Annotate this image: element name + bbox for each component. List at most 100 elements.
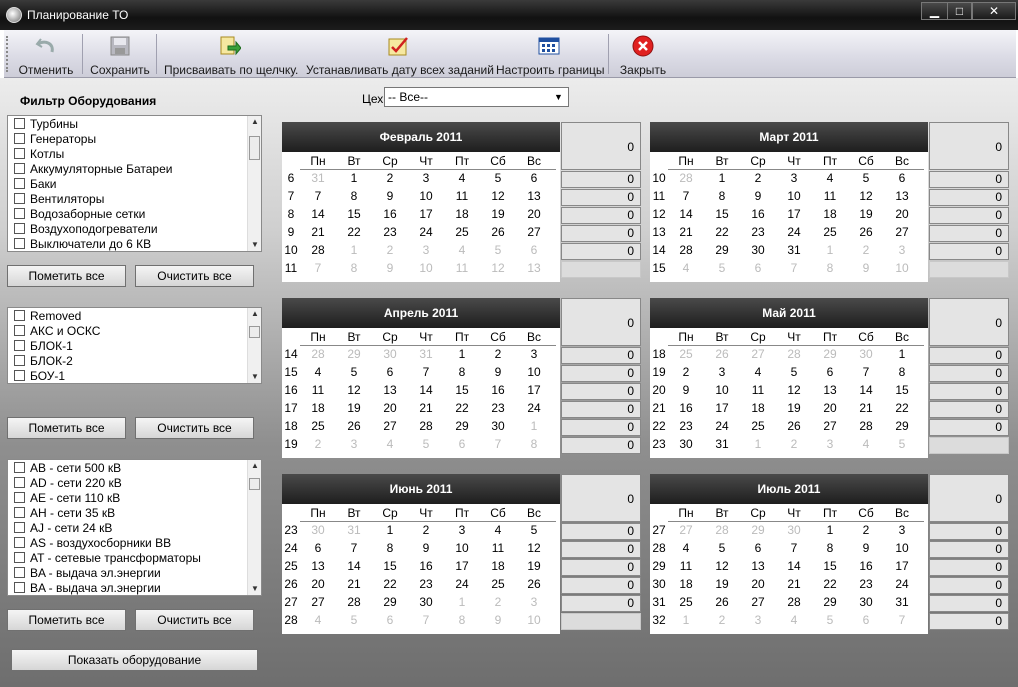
calendar-day[interactable]: 3 — [408, 243, 444, 257]
calendar-day[interactable]: 5 — [480, 243, 516, 257]
checkbox[interactable] — [14, 238, 25, 249]
calendar-day[interactable]: 28 — [776, 595, 812, 609]
show-equipment-button[interactable]: Показать оборудование — [11, 649, 258, 671]
calendar-day[interactable]: 2 — [408, 523, 444, 537]
calendar-day[interactable]: 22 — [444, 401, 480, 415]
list-item[interactable]: Турбины — [8, 117, 261, 132]
scroll-thumb[interactable] — [249, 136, 260, 160]
calendar-day[interactable]: 8 — [444, 365, 480, 379]
calendar-day[interactable]: 29 — [444, 419, 480, 433]
calendar-day[interactable]: 1 — [884, 347, 920, 361]
calendar-day[interactable]: 6 — [848, 613, 884, 627]
close-button[interactable]: Закрыть — [616, 30, 670, 78]
calendar-day[interactable]: 11 — [300, 383, 336, 397]
calendar-day[interactable]: 30 — [668, 437, 704, 451]
list-item[interactable]: Водозаборные сетки — [8, 207, 261, 222]
calendar-day[interactable]: 7 — [336, 541, 372, 555]
calendar-day[interactable]: 5 — [776, 365, 812, 379]
calendar-day[interactable]: 12 — [336, 383, 372, 397]
list-item[interactable]: АКС и ОСКС — [8, 324, 261, 339]
calendar-day[interactable]: 24 — [884, 577, 920, 591]
calendar-day[interactable]: 4 — [668, 261, 704, 275]
calendar-day[interactable]: 25 — [740, 419, 776, 433]
calendar-day[interactable]: 11 — [444, 189, 480, 203]
checkbox[interactable] — [14, 163, 25, 174]
calendar-day[interactable]: 17 — [408, 207, 444, 221]
calendar-day[interactable]: 17 — [776, 207, 812, 221]
calendar-day[interactable]: 8 — [704, 189, 740, 203]
calendar-day[interactable]: 23 — [668, 419, 704, 433]
save-button[interactable]: Сохранить — [88, 30, 152, 78]
undo-button[interactable]: Отменить — [14, 30, 78, 78]
calendar-day[interactable]: 20 — [884, 207, 920, 221]
calendar-day[interactable]: 9 — [372, 261, 408, 275]
calendar-day[interactable]: 12 — [848, 189, 884, 203]
calendar-day[interactable]: 8 — [516, 437, 552, 451]
calendar-day[interactable]: 28 — [704, 523, 740, 537]
calendar-day[interactable]: 3 — [408, 171, 444, 185]
calendar-day[interactable]: 14 — [408, 383, 444, 397]
calendar-day[interactable]: 4 — [300, 613, 336, 627]
scroll-up-icon[interactable]: ▲ — [248, 116, 261, 128]
calendar-day[interactable]: 3 — [336, 437, 372, 451]
calendar-day[interactable]: 5 — [812, 613, 848, 627]
calendar-day[interactable]: 16 — [668, 401, 704, 415]
calendar-day[interactable]: 3 — [740, 613, 776, 627]
calendar-day[interactable]: 26 — [848, 225, 884, 239]
calendar-day[interactable]: 3 — [884, 523, 920, 537]
calendar-day[interactable]: 28 — [300, 243, 336, 257]
calendar-day[interactable]: 15 — [372, 559, 408, 573]
calendar-day[interactable]: 10 — [408, 189, 444, 203]
calendar-day[interactable]: 2 — [300, 437, 336, 451]
window-close-button[interactable]: ✕ — [972, 2, 1016, 20]
calendar-day[interactable]: 3 — [776, 171, 812, 185]
calendar-day[interactable]: 13 — [516, 189, 552, 203]
calendar-day[interactable]: 25 — [668, 347, 704, 361]
checkbox[interactable] — [14, 537, 25, 548]
calendar-day[interactable]: 7 — [300, 189, 336, 203]
calendar-day[interactable]: 19 — [704, 577, 740, 591]
calendar-day[interactable]: 5 — [516, 523, 552, 537]
calendar-day[interactable]: 8 — [372, 541, 408, 555]
calendar-day[interactable]: 6 — [740, 261, 776, 275]
calendar-day[interactable]: 26 — [704, 347, 740, 361]
calendar-day[interactable]: 9 — [848, 541, 884, 555]
calendar-day[interactable]: 24 — [444, 577, 480, 591]
list-item[interactable]: БЛОК-1 — [8, 339, 261, 354]
calendar-day[interactable]: 27 — [300, 595, 336, 609]
calendar-day[interactable]: 3 — [444, 523, 480, 537]
calendar-day[interactable]: 28 — [300, 347, 336, 361]
calendar-day[interactable]: 6 — [812, 365, 848, 379]
calendar-day[interactable]: 13 — [516, 261, 552, 275]
calendar-day[interactable]: 12 — [480, 189, 516, 203]
calendar-day[interactable]: 22 — [704, 225, 740, 239]
calendar-day[interactable]: 5 — [704, 541, 740, 555]
calendar-day[interactable]: 22 — [372, 577, 408, 591]
checkbox[interactable] — [14, 340, 25, 351]
calendar-day[interactable]: 14 — [336, 559, 372, 573]
mark-all-systems-button[interactable]: Пометить все — [7, 609, 126, 631]
calendar-day[interactable]: 12 — [704, 559, 740, 573]
checkbox[interactable] — [14, 462, 25, 473]
calendar-day[interactable]: 16 — [480, 383, 516, 397]
calendar-day[interactable]: 4 — [740, 365, 776, 379]
calendar-day[interactable]: 28 — [408, 419, 444, 433]
checkbox[interactable] — [14, 208, 25, 219]
calendar-day[interactable]: 21 — [408, 401, 444, 415]
calendar-day[interactable]: 4 — [300, 365, 336, 379]
calendar-day[interactable]: 31 — [884, 595, 920, 609]
unit-list[interactable]: Removed АКС и ОСКС БЛОК-1 БЛОК-2 БОУ-1 ▲ ▼ — [7, 307, 262, 384]
calendar-day[interactable]: 5 — [408, 437, 444, 451]
calendar-day[interactable]: 29 — [372, 595, 408, 609]
calendar-day[interactable]: 26 — [704, 595, 740, 609]
checkbox[interactable] — [14, 178, 25, 189]
calendar-day[interactable]: 6 — [516, 243, 552, 257]
calendar-day[interactable]: 14 — [668, 207, 704, 221]
calendar-day[interactable]: 19 — [848, 207, 884, 221]
calendar-day[interactable]: 11 — [668, 559, 704, 573]
calendar-day[interactable]: 4 — [812, 171, 848, 185]
calendar-day[interactable]: 15 — [812, 559, 848, 573]
calendar-day[interactable]: 15 — [884, 383, 920, 397]
list-item[interactable]: Вентиляторы — [8, 192, 261, 207]
calendar-day[interactable]: 3 — [884, 243, 920, 257]
